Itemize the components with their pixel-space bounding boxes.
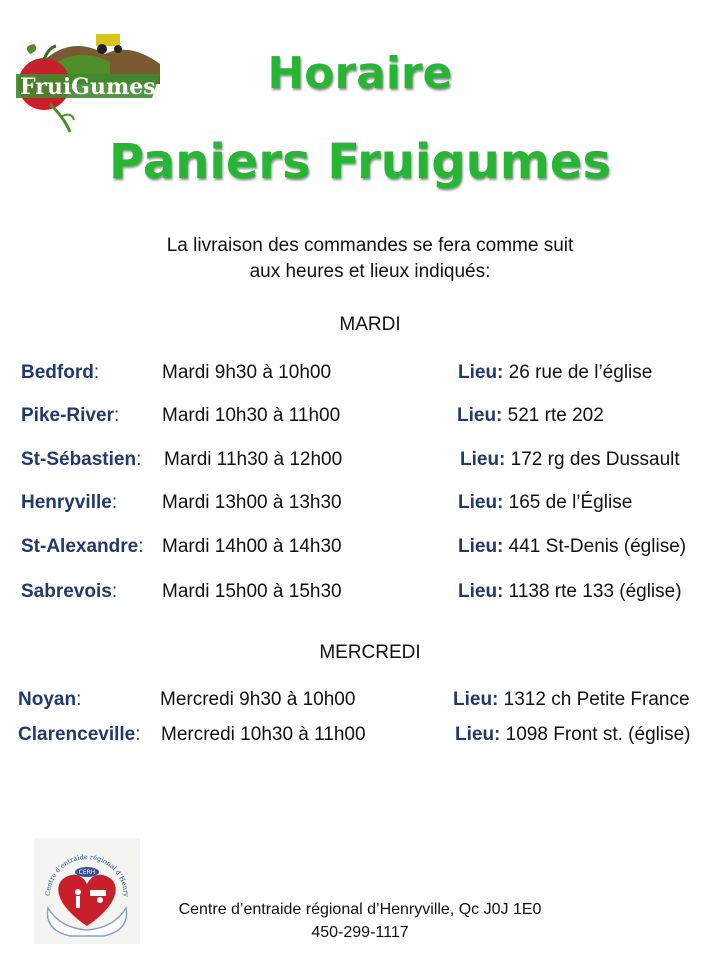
schedule-row: Bedford: Mardi 9h30 à 10h00 Lieu: 26 rue… — [0, 362, 720, 392]
location: Lieu: 26 rue de l’église — [458, 362, 653, 383]
delivery-time: Mardi 13h00 à 13h30 — [162, 492, 342, 513]
footer-address: Centre d’entraide régional d’Henryville,… — [178, 901, 542, 918]
city-name: St-Alexandre: — [21, 536, 144, 557]
location: Lieu: 1312 ch Petite France — [453, 689, 690, 710]
delivery-time: Mardi 15h00 à 15h30 — [162, 581, 342, 602]
location: Lieu: 1138 rte 133 (église) — [458, 581, 682, 602]
intro-text: La livraison des commandes se fera comme… — [0, 233, 720, 285]
schedule-row: Sabrevois: Mardi 15h00 à 15h30 Lieu: 113… — [0, 581, 720, 611]
schedule-row: Clarenceville: Mercredi 10h30 à 11h00 Li… — [0, 724, 720, 754]
schedule-row: St-Sébastien: Mardi 11h30 à 12h00 Lieu: … — [0, 449, 720, 479]
page-title-line-2: Paniers Fruigumes — [108, 134, 612, 190]
location: Lieu: 521 rte 202 — [457, 405, 604, 426]
footer: Centre d’entraide régional d’Henryville,… — [170, 898, 550, 944]
location: Lieu: 172 rg des Dussault — [460, 449, 680, 470]
delivery-time: Mardi 11h30 à 12h00 — [164, 449, 343, 470]
city-name: Noyan: — [18, 689, 82, 710]
location: Lieu: 1098 Front st. (église) — [455, 724, 691, 745]
delivery-time: Mercredi 9h30 à 10h00 — [160, 689, 356, 710]
schedule-row: Pike-River: Mardi 10h30 à 11h00 Lieu: 52… — [0, 405, 720, 435]
delivery-time: Mercredi 10h30 à 11h00 — [161, 724, 366, 745]
schedule-row: Noyan: Mercredi 9h30 à 10h00 Lieu: 1312 … — [0, 689, 720, 719]
city-name: St-Sébastien: — [21, 449, 142, 470]
city-name: Henryville: — [21, 492, 118, 513]
location: Lieu: 441 St-Denis (église) — [458, 536, 687, 557]
city-name: Bedford: — [21, 362, 100, 383]
delivery-time: Mardi 10h30 à 11h00 — [162, 405, 341, 426]
city-name: Clarenceville: — [18, 724, 141, 745]
day-heading-wednesday: MERCREDI — [319, 642, 421, 663]
delivery-time: Mardi 14h00 à 14h30 — [162, 536, 342, 557]
cerh-heart-logo: CERH Centre d’entraide régional d’Henryv… — [31, 832, 140, 944]
city-name: Pike-River: — [21, 405, 120, 426]
logo-badge-text: CERH — [79, 869, 96, 876]
schedule-row: Henryville: Mardi 13h00 à 13h30 Lieu: 16… — [0, 492, 720, 522]
footer-phone: 450-299-1117 — [311, 924, 409, 941]
intro-line-1: La livraison des commandes se fera comme… — [166, 235, 574, 256]
intro-line-2: aux heures et lieux indiqués: — [249, 261, 491, 282]
location: Lieu: 165 de l’Église — [458, 492, 633, 513]
schedule-row: St-Alexandre: Mardi 14h00 à 14h30 Lieu: … — [0, 536, 720, 566]
page-title-line-1: Horaire — [267, 48, 453, 99]
day-heading-tuesday: MARDI — [339, 314, 401, 335]
delivery-time: Mardi 9h30 à 10h00 — [162, 362, 332, 383]
city-name: Sabrevois: — [21, 581, 118, 602]
